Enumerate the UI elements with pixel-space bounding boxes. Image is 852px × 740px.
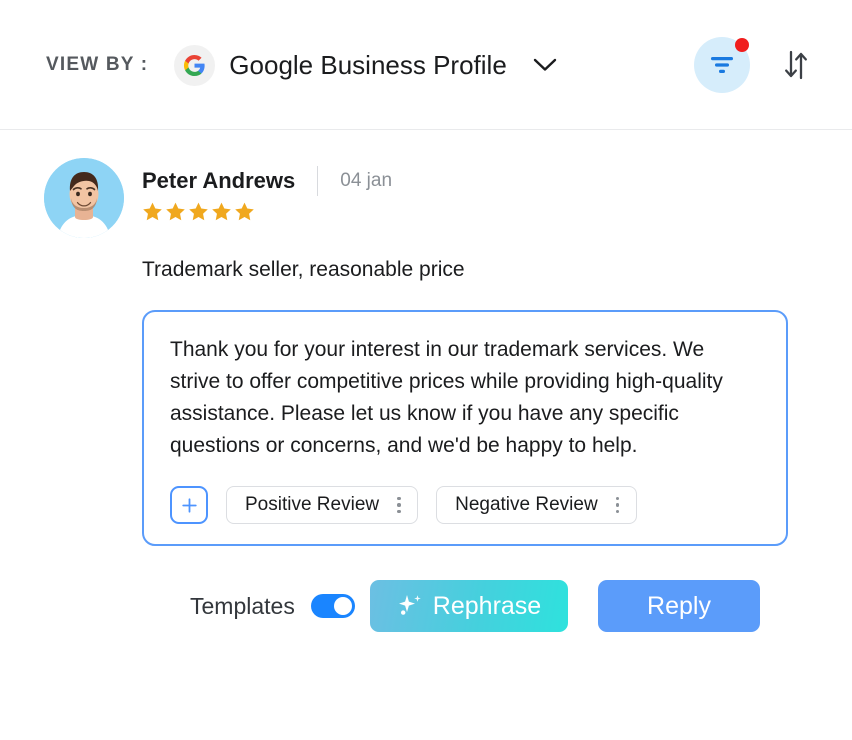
reviewer-name: Peter Andrews [142, 168, 296, 193]
action-bar: Templates Rephrase Reply [44, 580, 806, 632]
review-card: VIEW BY : Google Business Profile Peter … [0, 0, 852, 740]
source-selector[interactable]: Google Business Profile [174, 44, 557, 86]
filter-notification-badge [735, 38, 749, 52]
more-vertical-icon[interactable] [387, 490, 411, 520]
reply-label: Reply [647, 591, 711, 620]
rephrase-label: Rephrase [432, 591, 542, 620]
review-body-text: Trademark seller, reasonable price [142, 258, 465, 281]
toggle-knob [333, 597, 352, 615]
reply-editor[interactable]: Thank you for your interest in our trade… [142, 310, 788, 546]
reply-button[interactable]: Reply [598, 580, 760, 632]
source-name: Google Business Profile [229, 49, 507, 80]
add-template-button[interactable] [170, 486, 208, 524]
sort-arrows-icon [785, 50, 807, 80]
templates-label: Templates [190, 592, 295, 619]
plus-icon [181, 497, 197, 513]
template-chip-label: Negative Review [455, 494, 598, 515]
sort-button[interactable] [776, 43, 816, 87]
review-header: Peter Andrews 04 jan [44, 158, 806, 238]
filter-button[interactable] [694, 37, 750, 93]
google-logo-icon [174, 44, 216, 86]
meta-divider [317, 166, 319, 196]
reviewer-block: Peter Andrews 04 jan [142, 158, 392, 222]
star-icon [235, 202, 254, 221]
more-vertical-icon[interactable] [606, 490, 630, 520]
star-icon [189, 202, 208, 221]
chevron-down-icon[interactable] [533, 58, 557, 72]
template-chip-negative[interactable]: Negative Review [436, 486, 637, 524]
star-rating [142, 201, 392, 222]
templates-toggle[interactable] [310, 594, 355, 618]
star-icon [166, 202, 185, 221]
user-avatar-photo [44, 158, 124, 238]
avatar [44, 158, 124, 238]
review-date: 04 jan [340, 170, 393, 191]
template-chip-positive[interactable]: Positive Review [226, 486, 419, 524]
reply-text[interactable]: Thank you for your interest in our trade… [170, 334, 760, 462]
reviewer-meta: Peter Andrews 04 jan [142, 166, 392, 196]
sparkle-icon [398, 595, 421, 615]
star-icon [212, 202, 231, 221]
template-chips-row: Positive Review Negative Review [170, 486, 760, 524]
review-section: Peter Andrews 04 jan Trademark seller, r… [0, 130, 852, 632]
template-chip-label: Positive Review [245, 494, 380, 515]
star-icon [143, 202, 162, 221]
view-by-label: VIEW BY : [46, 54, 149, 75]
toolbar: VIEW BY : Google Business Profile [0, 0, 852, 130]
filter-icon [711, 57, 733, 73]
rephrase-button[interactable]: Rephrase [370, 580, 568, 632]
